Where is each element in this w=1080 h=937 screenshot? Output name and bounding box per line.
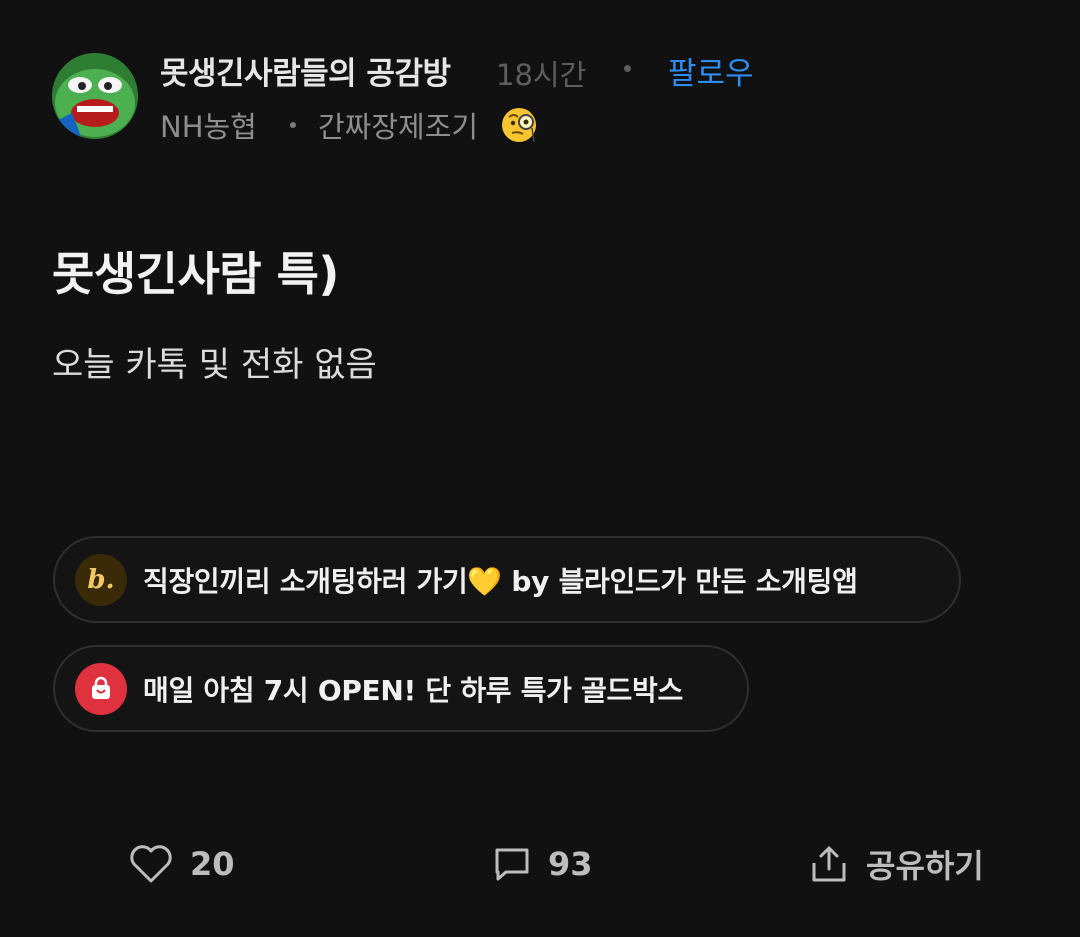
ad-link-goldbox[interactable]: 매일 아침 7시 OPEN! 단 하루 특가 골드박스 xyxy=(53,645,749,732)
post-detail: 못생긴사람들의 공감방 18시간 팔로우 NH농협 간짜장제조기 못생긴사람 특… xyxy=(0,0,1080,937)
ad-text: 매일 아침 7시 OPEN! 단 하루 특가 골드박스 xyxy=(143,673,683,707)
community-name[interactable]: 못생긴사람들의 공감방 xyxy=(160,48,451,93)
ad-text: 직장인끼리 소개팅하러 가기💛 by 블라인드가 만든 소개팅앱 xyxy=(143,564,858,598)
share-icon xyxy=(812,846,846,882)
face-with-monocle-emoji xyxy=(502,108,536,143)
like-button[interactable]: 20 xyxy=(128,840,235,888)
like-count: 20 xyxy=(190,845,235,883)
author-company: NH농협 xyxy=(160,110,257,144)
share-label: 공유하기 xyxy=(866,847,984,885)
post-title: 못생긴사람 특) xyxy=(52,247,339,301)
post-time: 18시간 xyxy=(496,58,587,92)
blind-logo-icon: b. xyxy=(75,553,127,606)
shopping-bag-icon xyxy=(75,662,127,715)
blind-logo-glyph: b. xyxy=(87,564,115,595)
follow-button[interactable]: 팔로우 xyxy=(668,48,754,93)
separator-dot xyxy=(624,65,631,72)
post-body: 오늘 카톡 및 전화 없음 xyxy=(52,345,377,385)
heart-icon xyxy=(130,845,172,883)
separator-dot xyxy=(290,122,296,128)
comment-button[interactable]: 93 xyxy=(492,840,593,888)
community-avatar[interactable] xyxy=(52,53,138,139)
share-button[interactable]: 공유하기 xyxy=(808,840,984,888)
comment-icon xyxy=(495,848,529,881)
author-nickname[interactable]: 간짜장제조기 xyxy=(318,104,478,146)
comment-count: 93 xyxy=(548,845,593,883)
ad-link-blind-dating[interactable]: b. 직장인끼리 소개팅하러 가기💛 by 블라인드가 만든 소개팅앱 xyxy=(53,536,961,623)
